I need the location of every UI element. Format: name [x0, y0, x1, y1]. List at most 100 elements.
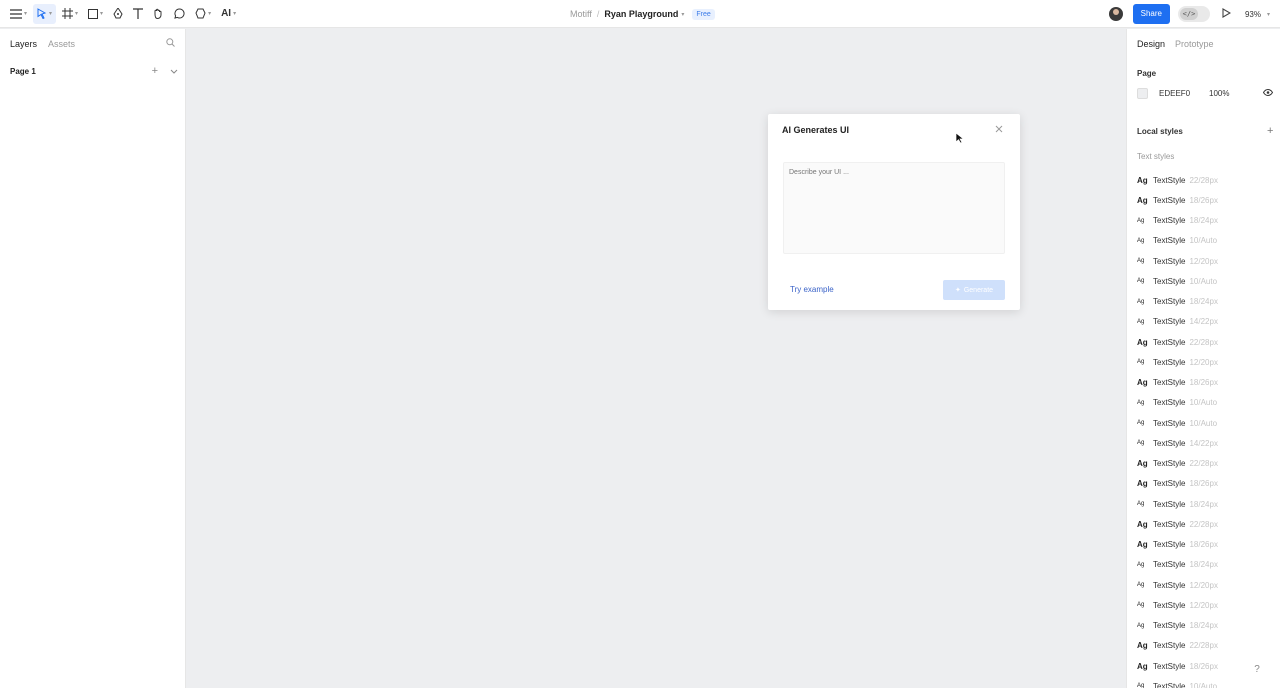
text-style-spec: 10/Auto: [1189, 276, 1218, 286]
text-style-item[interactable]: Ag TextStyle 18/26px: [1137, 474, 1277, 494]
text-style-spec: 18/26px: [1189, 540, 1218, 550]
avatar[interactable]: [1108, 7, 1123, 21]
text-style-name: TextStyle: [1153, 236, 1186, 246]
component-tool-button[interactable]: ▾: [191, 4, 215, 24]
text-styles-label: Text styles: [1137, 152, 1175, 161]
text-style-preview-icon: Ag: [1137, 582, 1145, 589]
text-style-spec: 18/24px: [1189, 621, 1218, 631]
text-style-name: TextStyle: [1153, 378, 1186, 388]
text-style-item[interactable]: Ag TextStyle 18/24px: [1137, 616, 1277, 636]
text-style-item[interactable]: Ag TextStyle 22/28px: [1137, 454, 1277, 474]
text-style-preview-icon: Ag: [1137, 175, 1148, 185]
text-style-spec: 22/28px: [1189, 337, 1218, 347]
text-style-item[interactable]: Ag TextStyle 18/26px: [1137, 190, 1277, 210]
tab-design[interactable]: Design: [1137, 39, 1165, 49]
dialog-title: AI Generates UI: [782, 125, 850, 135]
text-style-item[interactable]: Ag TextStyle 10/Auto: [1137, 271, 1277, 291]
text-style-item[interactable]: Ag TextStyle 18/24px: [1137, 292, 1277, 312]
tab-assets[interactable]: Assets: [48, 39, 75, 49]
chevron-down-icon[interactable]: [170, 67, 178, 76]
text-tool-button[interactable]: [129, 4, 147, 24]
generate-button[interactable]: ✦ Generate: [943, 280, 1005, 300]
text-style-item[interactable]: Ag TextStyle 10/Auto: [1137, 231, 1277, 251]
close-icon: [995, 125, 1003, 135]
text-style-item[interactable]: Ag TextStyle 12/20px: [1137, 251, 1277, 271]
text-style-item[interactable]: Ag TextStyle 12/20px: [1137, 595, 1277, 615]
text-style-item[interactable]: Ag TextStyle 14/22px: [1137, 312, 1277, 332]
eye-icon[interactable]: [1262, 88, 1274, 98]
main-menu-button[interactable]: ▾: [6, 4, 31, 24]
text-style-item[interactable]: Ag TextStyle 18/24px: [1137, 555, 1277, 575]
pen-tool-button[interactable]: [109, 4, 127, 24]
move-icon: [37, 8, 47, 19]
chevron-down-icon[interactable]: ▾: [1267, 11, 1270, 18]
title-separator: /: [596, 9, 600, 19]
text-style-item[interactable]: Ag TextStyle 22/28px: [1137, 636, 1277, 656]
help-button[interactable]: ?: [1250, 662, 1264, 676]
add-style-icon[interactable]: +: [1267, 125, 1273, 137]
move-tool-button[interactable]: ▾: [33, 3, 57, 24]
text-style-item[interactable]: Ag TextStyle 18/26px: [1137, 535, 1277, 555]
team-name[interactable]: Motiff: [570, 9, 592, 19]
pen-icon: [113, 8, 123, 19]
text-style-item[interactable]: Ag TextStyle 12/20px: [1137, 575, 1277, 595]
fill-swatch[interactable]: [1137, 88, 1148, 99]
fill-hex-input[interactable]: EDEEF0: [1159, 89, 1209, 98]
text-style-item[interactable]: Ag TextStyle 12/20px: [1137, 352, 1277, 372]
text-style-name: TextStyle: [1153, 438, 1186, 448]
frame-tool-button[interactable]: ▾: [58, 4, 82, 24]
search-button[interactable]: [166, 38, 175, 49]
text-style-item[interactable]: Ag TextStyle 10/Auto: [1137, 413, 1277, 433]
ai-generate-dialog: AI Generates UI Try example ✦ Generate: [768, 114, 1020, 310]
file-name[interactable]: Ryan Playground: [604, 9, 678, 19]
comment-tool-button[interactable]: [170, 4, 189, 24]
top-right-tools: Share </> 93% ▾: [1108, 0, 1280, 28]
text-style-item[interactable]: Ag TextStyle 18/24px: [1137, 494, 1277, 514]
text-style-preview-icon: Ag: [1137, 540, 1148, 550]
text-style-item[interactable]: Ag TextStyle 10/Auto: [1137, 393, 1277, 413]
text-style-item[interactable]: Ag TextStyle 18/24px: [1137, 211, 1277, 231]
ai-tool-button[interactable]: AI ▾: [217, 4, 240, 24]
try-example-link[interactable]: Try example: [790, 285, 834, 294]
frame-icon: [62, 8, 74, 19]
text-style-preview-icon: Ag: [1137, 278, 1145, 285]
text-style-spec: 22/28px: [1189, 519, 1218, 529]
plan-badge: Free: [692, 8, 715, 20]
add-page-icon[interactable]: +: [152, 65, 158, 77]
zoom-level[interactable]: 93%: [1245, 10, 1261, 19]
text-style-name: TextStyle: [1153, 519, 1186, 529]
text-style-spec: 14/22px: [1189, 438, 1218, 448]
rectangle-tool-button[interactable]: ▾: [84, 4, 107, 24]
chevron-down-icon[interactable]: ▾: [681, 11, 684, 18]
share-button[interactable]: Share: [1132, 4, 1170, 24]
play-icon: [1222, 8, 1232, 20]
text-style-name: TextStyle: [1153, 560, 1186, 570]
dev-mode-toggle[interactable]: </>: [1177, 6, 1210, 22]
tab-layers[interactable]: Layers: [10, 39, 37, 49]
text-style-spec: 18/24px: [1189, 216, 1218, 226]
text-style-spec: 18/24px: [1189, 499, 1218, 509]
text-style-item[interactable]: Ag TextStyle 14/22px: [1137, 433, 1277, 453]
hand-tool-button[interactable]: [149, 4, 168, 24]
text-style-name: TextStyle: [1153, 479, 1186, 489]
text-style-item[interactable]: Ag TextStyle 22/28px: [1137, 170, 1277, 190]
text-style-item[interactable]: Ag TextStyle 22/28px: [1137, 514, 1277, 534]
text-style-item[interactable]: Ag TextStyle 22/28px: [1137, 332, 1277, 352]
ui-description-input[interactable]: [783, 162, 1005, 254]
chevron-down-icon: ▾: [233, 11, 237, 17]
layers-panel: Layers Assets Page 1 +: [0, 29, 186, 688]
play-button[interactable]: [1222, 8, 1232, 20]
text-style-name: TextStyle: [1153, 297, 1186, 307]
text-style-name: TextStyle: [1153, 641, 1186, 651]
close-button[interactable]: [995, 125, 1003, 135]
generate-label: Generate: [963, 286, 994, 294]
page-list-header: Page 1 +: [10, 65, 178, 77]
text-style-preview-icon: Ag: [1137, 683, 1145, 688]
fill-opacity-input[interactable]: 100%: [1209, 89, 1229, 98]
text-style-item[interactable]: Ag TextStyle 18/26px: [1137, 373, 1277, 393]
current-page-name[interactable]: Page 1: [10, 67, 36, 76]
text-style-preview-icon: Ag: [1137, 195, 1148, 205]
tab-prototype[interactable]: Prototype: [1175, 39, 1214, 49]
text-style-spec: 10/Auto: [1189, 398, 1218, 408]
text-style-item[interactable]: Ag TextStyle 10/Auto: [1137, 676, 1277, 688]
